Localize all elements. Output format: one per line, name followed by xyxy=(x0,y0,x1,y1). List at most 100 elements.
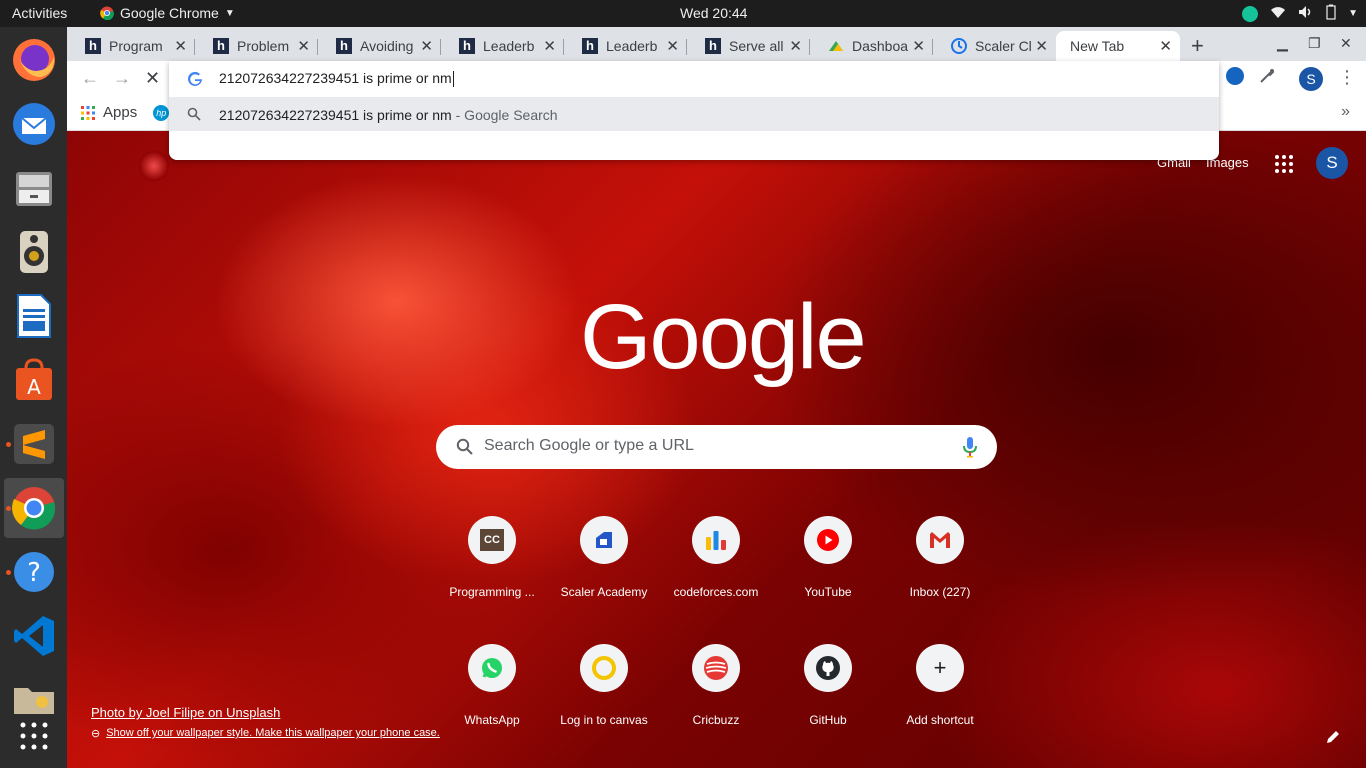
omnibox-input[interactable]: 212072634227239451 is prime or nm xyxy=(219,70,454,88)
close-icon[interactable]: ✕ xyxy=(420,37,433,55)
search-box[interactable]: Search Google or type a URL xyxy=(436,425,997,469)
scaler-academy-icon xyxy=(596,532,612,548)
close-icon[interactable]: ✕ xyxy=(297,37,310,55)
shortcut-tile[interactable]: codeforces.com xyxy=(660,516,772,628)
tab-7[interactable]: Dashboa ✕ xyxy=(810,31,933,61)
file-cabinet-icon xyxy=(16,172,52,206)
clock[interactable]: Wed 20:44 xyxy=(680,5,747,21)
shortcut-label: Inbox (227) xyxy=(909,585,971,599)
chrome-launcher[interactable] xyxy=(4,478,64,538)
sublime-text-icon xyxy=(14,424,54,464)
software-center-launcher[interactable]: A xyxy=(4,350,64,410)
shortcut-tile[interactable]: Log in to canvas xyxy=(548,644,660,756)
ubuntu-dock: A ? xyxy=(0,27,67,768)
tab-2[interactable]: h Problem ✕ xyxy=(195,31,318,61)
shortcut-tile[interactable]: WhatsApp xyxy=(436,644,548,756)
wifi-icon xyxy=(1270,5,1286,22)
ubuntu-top-bar: Activities Google Chrome ▼ Wed 20:44 ▼ xyxy=(0,0,1366,27)
tab-title: Avoiding xyxy=(360,38,414,54)
photo-credit-link[interactable]: Photo by Joel Filipe on Unsplash xyxy=(91,705,280,720)
canvas-icon xyxy=(592,656,616,680)
help-launcher[interactable]: ? xyxy=(4,542,64,602)
close-icon[interactable]: ✕ xyxy=(666,37,679,55)
profile-avatar[interactable]: S xyxy=(1299,67,1323,91)
apps-grid-icon xyxy=(81,105,95,120)
rhythmbox-launcher[interactable] xyxy=(4,222,64,282)
extension-icon[interactable] xyxy=(1226,67,1244,90)
bookmarks-overflow-icon[interactable]: » xyxy=(1341,103,1350,121)
google-logo: Google xyxy=(580,286,867,388)
app-menu[interactable]: Google Chrome ▼ xyxy=(100,5,235,21)
libreoffice-writer-launcher[interactable] xyxy=(4,286,64,346)
kebab-menu-icon[interactable]: ⋮ xyxy=(1338,67,1356,88)
shortcut-tile[interactable]: GitHub xyxy=(772,644,884,756)
grammarly-icon[interactable] xyxy=(1242,5,1259,22)
eyedropper-extension-icon[interactable] xyxy=(1258,67,1276,90)
chrome-icon xyxy=(12,487,56,530)
files-launcher[interactable] xyxy=(4,158,64,218)
forward-button[interactable]: → xyxy=(113,68,131,89)
restore-button[interactable]: ❐ xyxy=(1308,35,1321,52)
google-apps-icon[interactable] xyxy=(1275,155,1293,173)
tab-6[interactable]: h Serve all ✕ xyxy=(687,31,810,61)
activities-button[interactable]: Activities xyxy=(12,5,67,21)
link-icon: ⊖ xyxy=(91,728,101,740)
sublime-text-launcher[interactable] xyxy=(4,414,64,474)
account-avatar[interactable]: S xyxy=(1316,147,1348,179)
chevron-down-icon: ▼ xyxy=(224,7,235,19)
shortcut-label: Programming ... xyxy=(449,585,535,599)
apps-shortcut[interactable]: Apps hp xyxy=(81,104,170,121)
microphone-icon[interactable] xyxy=(963,436,977,458)
show-applications-button[interactable] xyxy=(4,704,64,768)
firefox-launcher[interactable] xyxy=(4,30,64,90)
google-g-icon xyxy=(188,71,202,86)
shortcut-tile[interactable]: CC Programming ... xyxy=(436,516,548,628)
tab-4[interactable]: h Leaderb ✕ xyxy=(441,31,564,61)
document-writer-icon xyxy=(17,294,51,338)
firefox-icon xyxy=(13,39,55,81)
tab-title: Leaderb xyxy=(483,38,535,54)
wallpaper-promo[interactable]: ⊖ Show off your wallpaper style. Make th… xyxy=(91,727,440,740)
back-button[interactable]: ← xyxy=(81,68,99,89)
tab-title: Dashboa xyxy=(852,38,909,54)
running-indicator xyxy=(6,506,11,511)
add-shortcut-tile[interactable]: + Add shortcut xyxy=(884,644,996,756)
shortcut-tile[interactable]: Cricbuzz xyxy=(660,644,772,756)
omnibox[interactable]: 212072634227239451 is prime or nm xyxy=(169,61,1219,97)
wallpaper-promo-text: Show off your wallpaper style. Make this… xyxy=(106,727,440,739)
github-icon xyxy=(816,656,840,680)
vscode-launcher[interactable] xyxy=(4,606,64,666)
minimize-button[interactable]: ▁ xyxy=(1277,35,1288,52)
close-window-button[interactable]: ✕ xyxy=(1340,35,1352,52)
close-icon[interactable]: ✕ xyxy=(1035,37,1048,55)
close-icon[interactable]: ✕ xyxy=(174,37,187,55)
tab-title: Serve all xyxy=(729,38,784,54)
running-indicator xyxy=(6,570,11,575)
omnibox-suggestion[interactable]: 212072634227239451 is prime or nm - Goog… xyxy=(169,97,1219,131)
suggestion-suffix: - Google Search xyxy=(451,107,558,123)
chrome-customize-logo-icon xyxy=(139,151,169,181)
shortcut-tile[interactable]: Scaler Academy xyxy=(548,516,660,628)
close-icon[interactable]: ✕ xyxy=(543,37,556,55)
pencil-icon[interactable] xyxy=(1325,729,1341,745)
shortcut-tile[interactable]: Inbox (227) xyxy=(884,516,996,628)
whatsapp-icon xyxy=(482,658,502,678)
hp-icon[interactable]: hp xyxy=(153,104,170,121)
stop-button[interactable]: ✕ xyxy=(145,68,160,89)
tab-5[interactable]: h Leaderb ✕ xyxy=(564,31,687,61)
codechef-icon: CC xyxy=(480,529,504,551)
thunderbird-launcher[interactable] xyxy=(4,94,64,154)
close-icon[interactable]: ✕ xyxy=(1159,37,1172,55)
tab-8[interactable]: Scaler Cl ✕ xyxy=(933,31,1056,61)
new-tab-button[interactable]: + xyxy=(1191,33,1204,59)
system-tray[interactable]: ▼ xyxy=(1242,4,1358,23)
tab-title: Program xyxy=(109,38,163,54)
shortcut-tile[interactable]: YouTube xyxy=(772,516,884,628)
close-icon[interactable]: ✕ xyxy=(789,37,802,55)
app-grid-icon xyxy=(20,722,48,750)
search-placeholder: Search Google or type a URL xyxy=(484,437,694,454)
close-icon[interactable]: ✕ xyxy=(912,37,925,55)
tab-1[interactable]: h Program ✕ xyxy=(67,31,195,61)
tab-new-tab[interactable]: New Tab ✕ xyxy=(1056,31,1180,61)
tab-3[interactable]: h Avoiding ✕ xyxy=(318,31,441,61)
